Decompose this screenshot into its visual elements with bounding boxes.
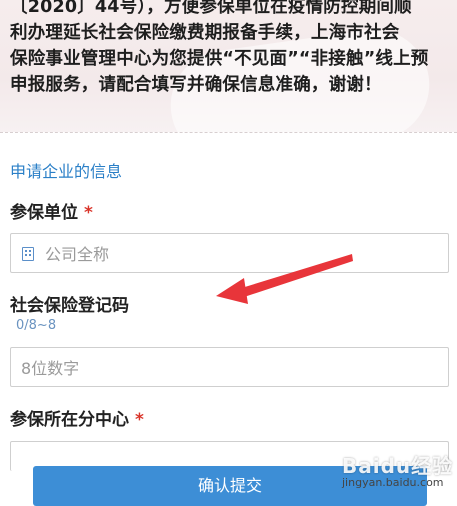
intro-line: 〔2020〕44号），方便参保单位在疫情防控期间顺 — [10, 0, 412, 17]
watermark-url: jingyan.baidu.com — [342, 476, 444, 489]
reg-code-input[interactable] — [19, 348, 448, 388]
intro-text: 〔2020〕44号），方便参保单位在疫情防控期间顺 利办理延长社会保险缴费期报备… — [10, 0, 450, 98]
unit-label: 参保单位 * — [10, 198, 93, 223]
watermark: Baidu经验 jingyan.baidu.com — [338, 450, 456, 494]
annotation-arrow-icon — [216, 254, 353, 304]
intro-line: 利办理延长社会保险缴费期报备手续，上海市社会 — [10, 23, 400, 43]
required-mark: * — [135, 410, 144, 430]
char-count-hint: 0/8~8 — [16, 318, 57, 333]
center-label: 参保所在分中心 * — [10, 405, 144, 430]
reg-code-field[interactable] — [10, 347, 449, 388]
section-title: 申请企业的信息 — [10, 162, 123, 181]
building-icon — [22, 247, 34, 261]
dashed-divider — [0, 132, 457, 133]
intro-line: 申报服务，请配合填写并确保信息准确，谢谢！ — [10, 75, 382, 95]
required-mark: * — [84, 203, 93, 223]
intro-panel: 〔2020〕44号），方便参保单位在疫情防控期间顺 利办理延长社会保险缴费期报备… — [0, 0, 457, 132]
reg-code-label: 社会保险登记码 — [10, 296, 129, 316]
unit-label-text: 参保单位 — [10, 203, 78, 223]
center-label-text: 参保所在分中心 — [10, 410, 129, 430]
watermark-logo: Baidu经验 — [342, 454, 454, 478]
intro-line: 保险事业管理中心为您提供“不见面”“非接触”线上预 — [10, 49, 429, 69]
